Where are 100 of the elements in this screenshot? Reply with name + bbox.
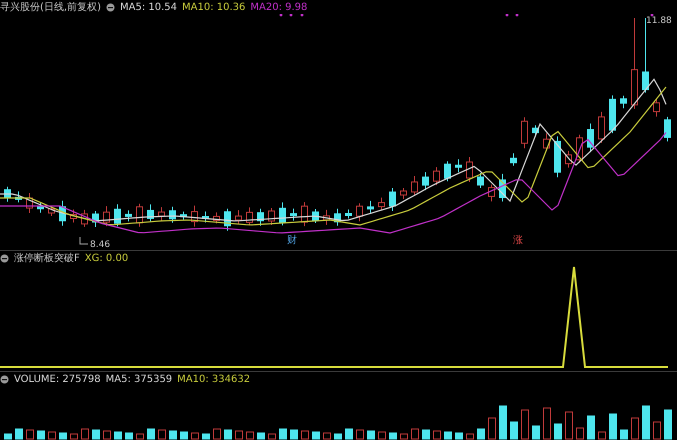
volume-bar: [653, 422, 661, 440]
candlestick: [37, 202, 44, 214]
volume-bar: [26, 430, 34, 440]
candlestick: [15, 190, 22, 203]
candlestick: [169, 206, 176, 224]
volume-bar: [565, 412, 573, 440]
volume-bar: [213, 428, 221, 440]
volume-bar: [81, 428, 89, 440]
volume-bar: [158, 430, 166, 440]
candlestick: [466, 156, 473, 182]
price-label: 11.88: [646, 16, 672, 26]
volume-bar: [169, 430, 177, 440]
volume-bar: [642, 406, 650, 440]
candlestick: [224, 208, 231, 232]
volume-bar: [389, 432, 397, 440]
candlestick: [653, 98, 660, 118]
volume-bar: [4, 434, 12, 440]
volume-bar: [620, 430, 628, 440]
volume-bar: [180, 432, 188, 440]
indicator-value: MA10: 10.36: [182, 2, 246, 12]
volume-bar: [224, 430, 232, 440]
indicator-value: MA10: 334632: [177, 374, 250, 384]
candlestick: [125, 210, 132, 222]
volume-bar: [37, 430, 45, 440]
candlestick: [411, 175, 418, 196]
volume-bar: [103, 430, 111, 440]
volume-bar: [521, 410, 529, 440]
candlestick: [664, 116, 671, 142]
volume-bar: [664, 410, 672, 440]
volume-bar: [15, 428, 23, 440]
candlestick: [378, 197, 385, 210]
candlestick: [59, 200, 66, 226]
candlestick: [4, 186, 11, 202]
volume-bar: [92, 430, 100, 440]
volume-bar: [400, 434, 408, 440]
candlestick: [213, 212, 220, 224]
candlestick: [279, 202, 286, 226]
volume-bar: [136, 434, 144, 440]
circle-icon: [106, 2, 115, 12]
candlestick: [367, 200, 374, 214]
volume-bar: [477, 428, 485, 440]
signal-marker: 财: [287, 235, 297, 246]
volume-bar: [235, 430, 243, 440]
volume-bar: [202, 434, 210, 440]
volume-bar: [334, 434, 342, 440]
volume-bar: [301, 430, 309, 440]
volume-bar: [587, 416, 595, 440]
volume-bar: [290, 430, 298, 440]
signal-marker: 涨: [513, 235, 523, 246]
candlestick: [48, 206, 55, 216]
candlestick: [433, 166, 440, 186]
candlestick: [81, 209, 88, 228]
candlestick: [488, 184, 495, 202]
volume-bar: [312, 432, 320, 440]
candlestick: [180, 211, 187, 220]
volume-bar: [488, 418, 496, 440]
volume-bar: [422, 430, 430, 440]
candlestick: [103, 206, 110, 227]
volume-bar: [444, 432, 452, 440]
volume-bar: [70, 434, 78, 440]
candlestick: [334, 208, 341, 226]
candlestick: [312, 208, 319, 224]
candlestick: [70, 209, 77, 223]
candlestick: [499, 173, 506, 202]
circle-icon: [0, 374, 9, 384]
candlestick: [136, 203, 143, 228]
candlestick: [389, 188, 396, 212]
volume-bar: [378, 432, 386, 440]
volume-bar: [59, 432, 67, 440]
candlestick: [400, 188, 407, 200]
volume-bar: [532, 426, 540, 440]
candlestick: [26, 192, 33, 214]
volume-bar: [268, 434, 276, 440]
candlestick: [301, 202, 308, 227]
candlestick: [532, 124, 539, 138]
candlestick: [191, 205, 198, 228]
candlestick: [554, 136, 561, 178]
candlestick: [422, 172, 429, 191]
price-label: 8.46: [90, 240, 110, 250]
candlestick: [147, 204, 154, 222]
candlestick: [620, 95, 627, 109]
volume-bar: [114, 432, 122, 440]
indicator-value: VOLUME: 275798: [14, 374, 101, 384]
candlestick: [158, 206, 165, 222]
candlestick: [290, 208, 297, 222]
candlestick: [444, 160, 451, 182]
candlestick: [609, 94, 616, 134]
candlestick: [598, 111, 605, 144]
volume-bar: [609, 414, 617, 440]
volume-bar: [191, 432, 199, 440]
volume-bar: [246, 432, 254, 440]
volume-bar: [48, 432, 56, 440]
chart-title: 寻兴股份(日线,前复权): [0, 0, 101, 14]
candlestick: [356, 202, 363, 222]
indicator-value: MA20: 9.98: [250, 2, 308, 12]
volume-bar: [543, 408, 551, 440]
indicator-value: MA5: 375359: [106, 374, 172, 384]
leader-line: [80, 236, 88, 244]
volume-bar: [576, 428, 584, 440]
volume-bar: [257, 432, 265, 440]
